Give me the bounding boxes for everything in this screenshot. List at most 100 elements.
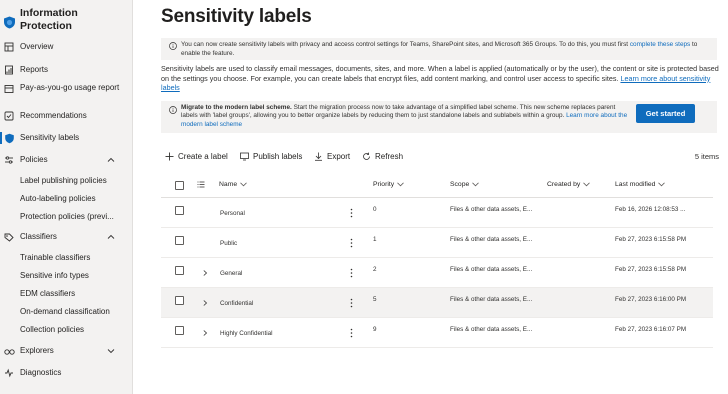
- select-all-checkbox[interactable]: [175, 181, 184, 190]
- label-priority: 9: [373, 326, 377, 333]
- more-options-icon[interactable]: [350, 208, 353, 218]
- brand: Information Protection: [0, 6, 133, 36]
- more-options-icon[interactable]: [350, 238, 353, 248]
- chevron-down-icon: [397, 182, 404, 187]
- column-header-name[interactable]: Name: [219, 181, 247, 188]
- row-checkbox[interactable]: [175, 206, 184, 215]
- chevron-right-icon[interactable]: [202, 330, 208, 336]
- migration-banner: Migrate to the modern label scheme. Star…: [161, 101, 717, 133]
- label-last-modified: Feb 16, 2026 12:08:53 ...: [615, 206, 686, 213]
- page-title: Sensitivity labels: [161, 6, 312, 27]
- sidebar-subitem-on-demand-classification[interactable]: On-demand classification: [20, 307, 110, 317]
- table-row[interactable]: Confidential 5 Files & other data assets…: [161, 288, 713, 318]
- table-row[interactable]: Public 1 Files & other data assets, E...…: [161, 228, 713, 258]
- sidebar-item-label: Policies: [20, 155, 48, 164]
- label-scope: Files & other data assets, E...: [450, 296, 533, 303]
- chevron-down-icon: [658, 182, 666, 187]
- info-text: You can now create sensitivity labels wi…: [181, 41, 630, 48]
- list-view-icon[interactable]: [197, 181, 205, 188]
- table-row[interactable]: General 2 Files & other data assets, E..…: [161, 258, 713, 288]
- sidebar: Information Protection Overview Reports …: [0, 0, 133, 394]
- chevron-up-icon[interactable]: [107, 156, 115, 164]
- row-checkbox[interactable]: [175, 236, 184, 245]
- sidebar-item-overview[interactable]: Overview: [0, 38, 133, 56]
- sidebar-subitem-protection-policies[interactable]: Protection policies (previ...: [20, 212, 114, 222]
- info-banner-text: You can now create sensitivity labels wi…: [181, 41, 711, 58]
- column-header-created-by[interactable]: Created by: [547, 181, 591, 188]
- sidebar-item-recommendations[interactable]: Recommendations: [0, 107, 133, 125]
- info-banner: You can now create sensitivity labels wi…: [161, 38, 717, 60]
- create-label-button[interactable]: Create a label: [165, 152, 228, 161]
- label-last-modified: Feb 27, 2023 6:16:00 PM: [615, 296, 687, 303]
- sidebar-subitem-collection-policies[interactable]: Collection policies: [20, 325, 84, 335]
- row-checkbox[interactable]: [175, 326, 184, 335]
- info-icon: [169, 42, 177, 50]
- label-scope: Files & other data assets, E...: [450, 206, 533, 213]
- chevron-right-icon[interactable]: [202, 270, 208, 276]
- get-started-button[interactable]: Get started: [636, 104, 695, 123]
- sidebar-item-reports[interactable]: Reports: [0, 61, 133, 79]
- sidebar-item-usage-report[interactable]: Pay-as-you-go usage report: [0, 82, 133, 104]
- label-name[interactable]: Personal: [220, 210, 245, 217]
- sidebar-item-diagnostics[interactable]: Diagnostics: [0, 364, 133, 382]
- usage-icon: [3, 83, 15, 95]
- label-name[interactable]: General: [220, 270, 242, 277]
- label-name[interactable]: Highly Confidential: [220, 330, 273, 337]
- plus-icon: [165, 152, 174, 161]
- chevron-down-icon: [240, 182, 247, 187]
- sidebar-item-label: Recommendations: [20, 111, 87, 120]
- more-options-icon[interactable]: [350, 268, 353, 278]
- sidebar-subitem-auto-labeling[interactable]: Auto-labeling policies: [20, 194, 96, 204]
- migration-text: Migrate to the modern label scheme. Star…: [181, 104, 631, 129]
- sidebar-subitem-edm-classifiers[interactable]: EDM classifiers: [20, 289, 75, 299]
- sidebar-subitem-label-publishing[interactable]: Label publishing policies: [20, 176, 107, 186]
- publish-icon: [240, 152, 249, 161]
- row-checkbox[interactable]: [175, 296, 184, 305]
- explorers-icon: [3, 345, 15, 357]
- page-description: Sensitivity labels are used to classify …: [161, 64, 721, 93]
- sidebar-item-sensitivity-labels[interactable]: Sensitivity labels: [0, 129, 133, 147]
- column-header-last-modified-text: Last modified: [615, 181, 656, 188]
- sidebar-subitem-sensitive-info-types[interactable]: Sensitive info types: [20, 271, 89, 281]
- chevron-right-icon[interactable]: [202, 300, 208, 306]
- sidebar-item-classifiers[interactable]: Classifiers: [0, 228, 133, 246]
- sidebar-item-policies[interactable]: Policies: [0, 151, 133, 169]
- refresh-button[interactable]: Refresh: [362, 152, 403, 161]
- sidebar-subitem-trainable-classifiers[interactable]: Trainable classifiers: [20, 253, 90, 263]
- recommendations-icon: [3, 110, 15, 122]
- sidebar-item-label: Overview: [20, 42, 54, 51]
- publish-labels-button[interactable]: Publish labels: [240, 152, 302, 161]
- table-row[interactable]: Highly Confidential 9 Files & other data…: [161, 318, 713, 348]
- label-scope: Files & other data assets, E...: [450, 266, 533, 273]
- sidebar-item-label: Explorers: [20, 346, 54, 355]
- label-name[interactable]: Confidential: [220, 300, 253, 307]
- diagnostics-icon: [3, 367, 15, 379]
- sensitivity-labels-icon: [3, 132, 15, 144]
- refresh-text: Refresh: [375, 152, 404, 161]
- publish-labels-text: Publish labels: [253, 152, 303, 161]
- more-options-icon[interactable]: [350, 328, 353, 338]
- row-checkbox[interactable]: [175, 266, 184, 275]
- info-icon: [169, 106, 177, 114]
- column-header-scope[interactable]: Scope: [450, 181, 480, 188]
- classifiers-icon: [3, 231, 15, 243]
- policies-icon: [3, 154, 15, 166]
- create-label-text: Create a label: [178, 152, 228, 161]
- sidebar-item-explorers[interactable]: Explorers: [0, 342, 133, 360]
- table-row[interactable]: Personal 0 Files & other data assets, E.…: [161, 198, 713, 228]
- information-protection-logo-icon: [4, 16, 15, 29]
- column-header-last-modified[interactable]: Last modified: [615, 181, 666, 188]
- label-name[interactable]: Public: [220, 240, 237, 247]
- sidebar-item-label: Reports: [20, 65, 49, 74]
- command-bar: Create a label Publish labels Export Ref…: [161, 150, 721, 166]
- complete-steps-link[interactable]: complete these steps: [630, 41, 690, 48]
- overview-icon: [3, 41, 15, 53]
- label-priority: 0: [373, 206, 377, 213]
- chevron-down-icon[interactable]: [107, 347, 115, 355]
- column-header-priority[interactable]: Priority: [373, 181, 404, 188]
- main-content: Sensitivity labels You can now create se…: [134, 0, 728, 394]
- more-options-icon[interactable]: [350, 298, 353, 308]
- chevron-up-icon[interactable]: [107, 233, 115, 241]
- export-button[interactable]: Export: [314, 152, 350, 161]
- label-last-modified: Feb 27, 2023 6:15:58 PM: [615, 266, 687, 273]
